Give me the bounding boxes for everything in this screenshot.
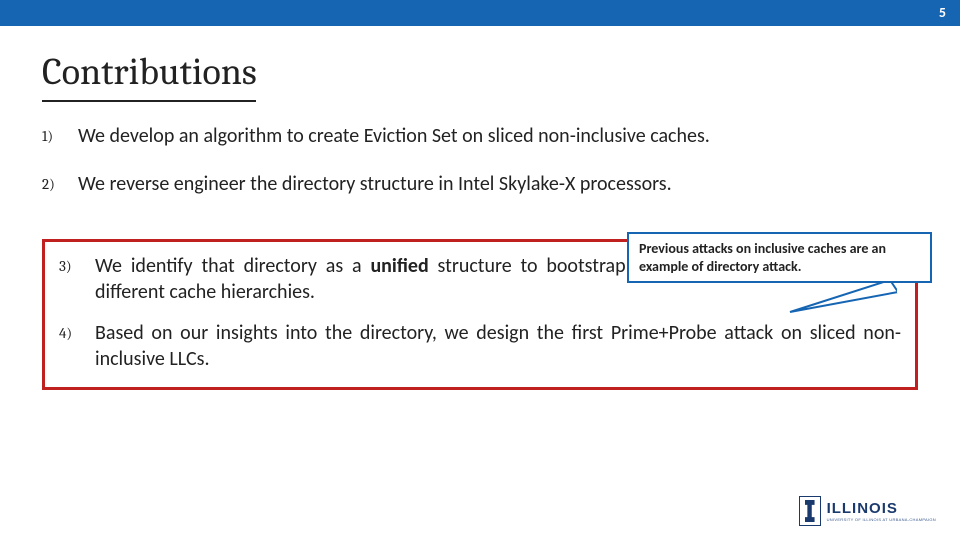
- callout-text: Previous attacks on inclusive caches are…: [639, 240, 886, 275]
- item-text: We develop an algorithm to create Evicti…: [78, 124, 918, 150]
- callout-box: Previous attacks on inclusive caches are…: [627, 232, 932, 283]
- content-area: 1) We develop an algorithm to create Evi…: [0, 102, 960, 390]
- logo-main-text: ILLINOIS: [827, 501, 936, 516]
- header-bar: 5: [0, 0, 960, 26]
- list-item: 4) Based on our insights into the direct…: [59, 321, 901, 372]
- bold-text: unified: [370, 254, 428, 278]
- page-number: 5: [939, 4, 946, 21]
- logo-text: ILLINOIS UNIVERSITY OF ILLINOIS AT URBAN…: [827, 501, 936, 522]
- logo-sub-text: UNIVERSITY OF ILLINOIS AT URBANA-CHAMPAI…: [827, 518, 936, 522]
- list-item: 2) We reverse engineer the directory str…: [42, 172, 918, 198]
- item-number: 4): [59, 321, 95, 343]
- slide-title: Contributions: [42, 50, 960, 94]
- list-item: 1) We develop an algorithm to create Evi…: [42, 124, 918, 150]
- item-text: Based on our insights into the directory…: [95, 321, 901, 372]
- item-number: 3): [59, 254, 95, 276]
- item-text: We reverse engineer the directory struct…: [78, 172, 918, 198]
- item-number: 1): [42, 124, 78, 146]
- illinois-i-icon: [799, 496, 821, 526]
- item-number: 2): [42, 172, 78, 194]
- logo: ILLINOIS UNIVERSITY OF ILLINOIS AT URBAN…: [799, 496, 936, 526]
